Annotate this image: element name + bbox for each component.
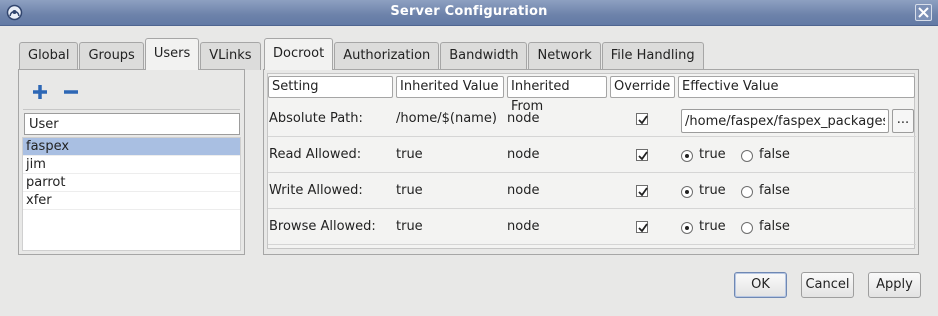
override-checkbox[interactable] xyxy=(636,221,648,233)
docroot-panel: Setting Inherited Value Inherited From O… xyxy=(263,69,919,255)
check-icon xyxy=(638,223,648,233)
remove-user-button[interactable] xyxy=(61,82,81,102)
inherited-value: true xyxy=(396,147,423,162)
browse-button[interactable]: ... xyxy=(892,109,914,133)
tab-global[interactable]: Global xyxy=(19,42,79,70)
radio-false[interactable] xyxy=(741,186,753,198)
radio-false[interactable] xyxy=(741,222,753,234)
ok-button[interactable]: OK xyxy=(734,272,787,298)
column-header-inherited-from[interactable]: Inherited From xyxy=(507,76,607,114)
setting-label: Absolute Path: xyxy=(269,111,363,126)
column-header-override[interactable]: Override xyxy=(610,76,675,98)
radio-true[interactable] xyxy=(681,186,693,198)
setting-label: Read Allowed: xyxy=(269,147,362,162)
right-tab-bar: Docroot Authorization Bandwidth Network … xyxy=(264,38,705,70)
apply-button[interactable]: Apply xyxy=(868,272,921,298)
inherited-from: node xyxy=(507,219,540,234)
divider xyxy=(23,109,240,110)
cancel-button[interactable]: Cancel xyxy=(801,272,854,298)
radio-false[interactable] xyxy=(741,150,753,162)
tab-users[interactable]: Users xyxy=(144,38,200,70)
tab-file-handling[interactable]: File Handling xyxy=(601,42,704,70)
title-bar[interactable]: Server Configuration xyxy=(0,0,938,26)
check-icon xyxy=(638,151,648,161)
left-tab-bar: Global Groups Users VLinks xyxy=(19,38,262,70)
table-row: Browse Allowed: true node true false xyxy=(268,209,916,245)
user-list-item[interactable]: parrot xyxy=(23,174,240,192)
radio-true-label: true xyxy=(699,183,726,198)
radio-true[interactable] xyxy=(681,222,693,234)
radio-false-label: false xyxy=(759,219,790,234)
close-icon xyxy=(918,7,929,18)
user-list-item[interactable]: xfer xyxy=(23,192,240,210)
radio-false-label: false xyxy=(759,183,790,198)
tab-network[interactable]: Network xyxy=(528,42,601,70)
tab-bandwidth[interactable]: Bandwidth xyxy=(440,42,528,70)
radio-false-label: false xyxy=(759,147,790,162)
add-user-button[interactable] xyxy=(30,82,50,102)
effective-path-input[interactable] xyxy=(681,109,889,133)
plus-icon xyxy=(33,85,47,99)
tab-authorization[interactable]: Authorization xyxy=(334,42,440,70)
tab-vlinks[interactable]: VLinks xyxy=(200,42,261,70)
user-filter-input[interactable] xyxy=(24,113,240,135)
window-title: Server Configuration xyxy=(390,4,548,19)
check-icon xyxy=(638,115,648,125)
inherited-value: /home/$(name) xyxy=(396,111,497,126)
column-header-effective-value[interactable]: Effective Value xyxy=(678,76,915,98)
minus-icon xyxy=(64,90,78,94)
table-row: Write Allowed: true node true false xyxy=(268,173,916,209)
close-button[interactable] xyxy=(915,4,932,21)
inherited-from: node xyxy=(507,183,540,198)
inherited-value: true xyxy=(396,219,423,234)
table-row: Absolute Path: /home/$(name) node ... xyxy=(268,101,916,137)
radio-true-label: true xyxy=(699,219,726,234)
override-checkbox[interactable] xyxy=(636,149,648,161)
column-header-inherited-value[interactable]: Inherited Value xyxy=(396,76,504,98)
radio-true[interactable] xyxy=(681,150,693,162)
table-row: Read Allowed: true node true false xyxy=(268,137,916,173)
override-checkbox[interactable] xyxy=(636,185,648,197)
inherited-value: true xyxy=(396,183,423,198)
override-checkbox[interactable] xyxy=(636,113,648,125)
user-list-item[interactable]: jim xyxy=(23,156,240,174)
tab-groups[interactable]: Groups xyxy=(79,42,144,70)
docroot-table: Setting Inherited Value Inherited From O… xyxy=(267,73,916,249)
tab-docroot[interactable]: Docroot xyxy=(264,38,334,70)
check-icon xyxy=(638,187,648,197)
users-panel: faspex jim parrot xfer xyxy=(18,69,245,255)
radio-true-label: true xyxy=(699,147,726,162)
user-list-item[interactable]: faspex xyxy=(23,138,240,156)
setting-label: Write Allowed: xyxy=(269,183,363,198)
inherited-from: node xyxy=(507,111,540,126)
column-header-setting[interactable]: Setting xyxy=(268,76,393,98)
user-list[interactable]: faspex jim parrot xfer xyxy=(22,137,241,251)
inherited-from: node xyxy=(507,147,540,162)
setting-label: Browse Allowed: xyxy=(269,219,376,234)
server-configuration-window: Server Configuration Global Groups Users… xyxy=(0,0,938,316)
